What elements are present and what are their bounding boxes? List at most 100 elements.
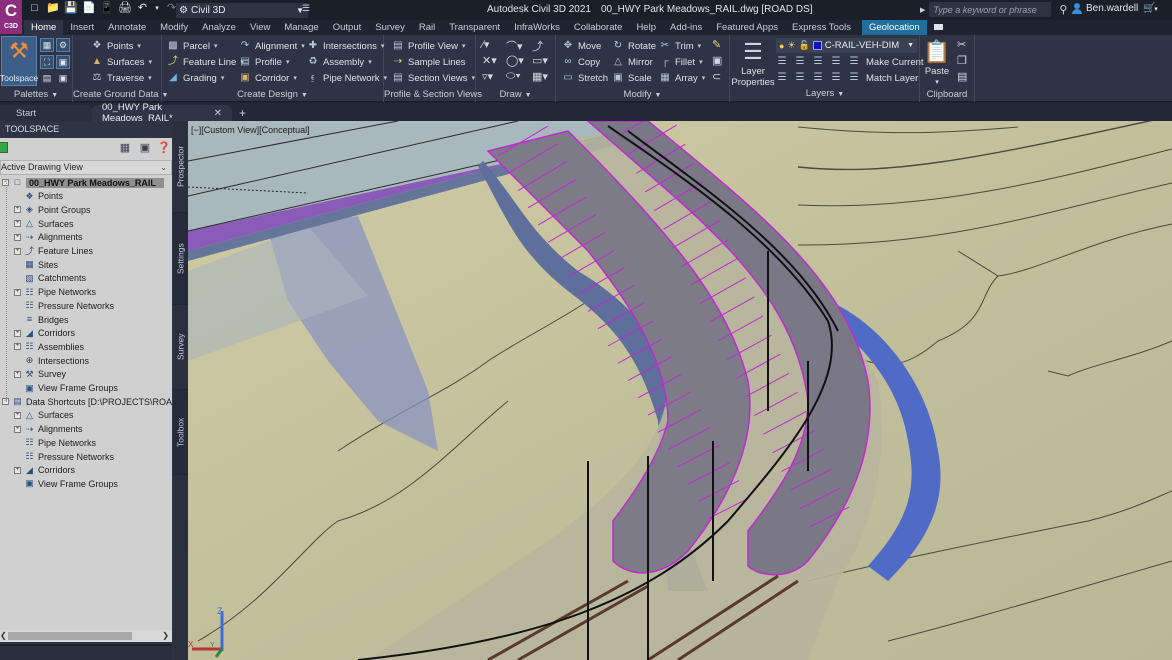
grading-button[interactable]: ◢ Grading ▾ [167, 71, 224, 85]
tab-start[interactable]: Start [0, 105, 92, 121]
tab-drawing[interactable]: 00_HWY Park Meadows_RAIL* ✕ [92, 102, 232, 124]
tree-item-bridges[interactable]: ≡ Bridges [14, 313, 69, 326]
rectangle-icon[interactable]: ▭▾ [532, 54, 548, 67]
tree-item-shortcut-pressure-networks[interactable]: ☷ Pressure Networks [14, 450, 114, 463]
panel-label[interactable]: Draw ▼ [476, 89, 555, 100]
make-current-button[interactable]: Make Current [866, 57, 924, 68]
panel-label[interactable]: Create Design ▼ [162, 89, 383, 100]
tree-item-data-shortcuts[interactable]: −▤Data Shortcuts [D:\PROJECTS\ROAD\... [2, 395, 172, 408]
tab-add-ins[interactable]: Add-ins [663, 20, 709, 35]
drawing-viewport[interactable]: Z X Y [−][Custom View][Conceptual] [188, 121, 1172, 660]
expand-icon[interactable]: + [14, 466, 21, 474]
tab-output[interactable]: Output [326, 20, 369, 35]
tab-transparent[interactable]: Transparent [442, 20, 507, 35]
points-button[interactable]: ❖ Points ▾ [91, 39, 141, 53]
scroll-thumb[interactable] [8, 632, 132, 640]
scroll-left-icon[interactable]: ❮ [0, 630, 7, 642]
layer-freeze-icon[interactable]: ☰ [812, 56, 824, 68]
side-tab-survey[interactable]: Survey [173, 305, 188, 390]
workspace-switcher[interactable]: ⚙ Civil 3D ▼ [176, 3, 308, 18]
expand-icon[interactable]: + [14, 288, 21, 296]
trim-button[interactable]: ✂ Trim ▾ [659, 39, 701, 53]
customize-qat-icon[interactable]: ☰ [302, 3, 310, 14]
tree-item-corridors[interactable]: + ◢ Corridors [14, 327, 75, 340]
tree-item-view-frame-groups[interactable]: ▣ View Frame Groups [14, 382, 118, 395]
hatch-icon[interactable]: ▦▾ [532, 70, 548, 83]
copy-clip-icon[interactable]: ❐ [957, 54, 967, 67]
match-layer-icon[interactable]: ☰ [848, 72, 860, 84]
tree-item-shortcut-alignments[interactable]: + ⇢ Alignments [14, 423, 83, 436]
polyline-icon[interactable]: ⌒▾ [506, 38, 523, 54]
tree-item-pipe-networks[interactable]: + ☷ Pipe Networks [14, 286, 96, 299]
pipe-network-button[interactable]: ⍷ Pipe Network ▾ [307, 71, 387, 85]
panel-label[interactable]: Profile & Section Views [384, 89, 482, 100]
paste-button[interactable]: 📋 Paste ▾ [923, 38, 951, 88]
tab-geolocation[interactable]: Geolocation [861, 20, 927, 35]
app-menu-button[interactable]: C C3D [0, 0, 22, 34]
section-views-button[interactable]: ▤ Section Views ▾ [392, 71, 475, 85]
item-view-icon[interactable]: ▦ [118, 141, 132, 155]
expand-icon[interactable]: + [14, 233, 21, 241]
intersections-button[interactable]: ✚ Intersections ▾ [307, 39, 385, 53]
tree-item-shortcut-view-frame-groups[interactable]: ▣ View Frame Groups [14, 477, 118, 490]
tab-featured-apps[interactable]: Featured Apps [709, 20, 785, 35]
toolspace-status-icon[interactable] [0, 142, 8, 153]
layer-dropdown[interactable]: ● ☀ 🔓 C-RAIL-VEH-DIM ▼ [776, 38, 917, 53]
horizontal-scrollbar[interactable]: ❮ ❯ [0, 630, 172, 642]
new-tab-button[interactable]: + [234, 105, 254, 121]
array-button[interactable]: ▦ Array ▾ [659, 71, 705, 85]
search-icon[interactable]: ⚲ [1059, 3, 1067, 16]
tree-item-drawing[interactable]: − □ 00_HWY Park Meadows_RAIL [2, 176, 164, 189]
tree-item-alignments[interactable]: + ⇢ Alignments [14, 231, 83, 244]
ribbon-minimize-button[interactable] [927, 20, 949, 35]
tab-rail[interactable]: Rail [412, 20, 442, 35]
data-palette-icon[interactable]: ▣ [56, 72, 70, 86]
tab-annotate[interactable]: Annotate [101, 20, 153, 35]
publish-icon[interactable]: 📱 [100, 2, 114, 15]
tree-item-catchments[interactable]: ▧ Catchments [14, 272, 86, 285]
stretch-button[interactable]: ▭ Stretch [562, 71, 608, 85]
save-icon[interactable]: 💾 [64, 2, 78, 15]
tree-item-sites[interactable]: ▦ Sites [14, 258, 58, 271]
layer-lock-icon[interactable]: ☰ [830, 56, 842, 68]
notes-palette-icon[interactable]: ▤ [40, 72, 54, 86]
scroll-right-icon[interactable]: ❯ [162, 630, 169, 642]
layer-off-icon[interactable]: ☰ [776, 56, 788, 68]
copy-with-basepoint-icon[interactable]: ▤ [957, 70, 967, 83]
spline-icon[interactable]: ⤴ [532, 38, 543, 54]
offset-icon[interactable]: ⊂ [712, 70, 721, 83]
layer-unlock-all-icon[interactable]: ☰ [830, 72, 842, 84]
open-icon[interactable]: 📁 [46, 2, 60, 15]
undo-icon[interactable]: ↶ [136, 2, 149, 15]
tab-insert[interactable]: Insert [63, 20, 101, 35]
feature-line-button[interactable]: ⤴ Feature Line ▾ [167, 55, 244, 69]
copy-button[interactable]: ∞ Copy [562, 55, 600, 69]
tree-item-shortcut-surfaces[interactable]: + △ Surfaces [14, 409, 74, 422]
move-button[interactable]: ✥ Move [562, 39, 601, 53]
settings-palette-icon[interactable]: ⚙ [56, 38, 70, 52]
scale-button[interactable]: ▣ Scale [612, 71, 652, 85]
expand-icon[interactable]: + [14, 343, 21, 351]
sample-lines-button[interactable]: ⇢ Sample Lines [392, 55, 466, 69]
fillet-button[interactable]: ┌ Fillet ▾ [659, 55, 702, 69]
view-select[interactable]: Active Drawing View ⌄ [0, 160, 172, 175]
ellipse-icon[interactable]: ⬭▾ [506, 70, 521, 83]
line-icon[interactable]: ∕▾ [482, 38, 489, 51]
tab-collaborate[interactable]: Collaborate [567, 20, 630, 35]
panel-label[interactable]: Create Ground Data ▼ [73, 89, 168, 100]
circle-icon[interactable]: ◯▾ [506, 54, 524, 67]
layer-on-all-icon[interactable]: ☰ [776, 72, 788, 84]
layer-thaw-all-icon[interactable]: ☰ [812, 72, 824, 84]
expand-icon[interactable]: + [14, 370, 21, 378]
traverse-button[interactable]: ⚖ Traverse ▾ [91, 71, 152, 85]
side-tab-toolbox[interactable]: Toolbox [173, 390, 188, 475]
expand-icon[interactable]: + [14, 329, 21, 337]
close-icon[interactable]: ✕ [214, 108, 222, 119]
expand-search-icon[interactable]: ▶ [920, 6, 925, 14]
panel-label[interactable]: Layers ▼ [730, 88, 920, 99]
expand-icon[interactable]: + [14, 206, 21, 214]
expand-icon[interactable]: + [14, 247, 21, 255]
surfaces-button[interactable]: ▲ Surfaces ▾ [91, 55, 152, 69]
expand-icon[interactable]: + [14, 425, 21, 433]
assembly-button[interactable]: ♻ Assembly ▾ [307, 55, 372, 69]
